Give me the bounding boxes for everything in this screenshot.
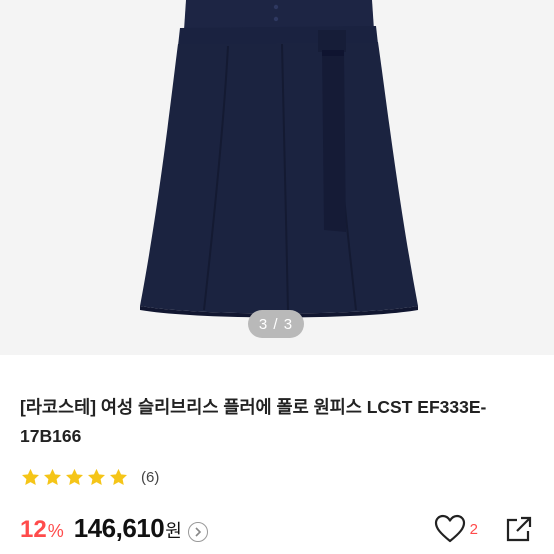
- product-title: [라코스테] 여성 슬리브리스 플러에 폴로 원피스 LCST EF333E-1…: [20, 397, 487, 446]
- chevron-right-icon: [195, 526, 201, 537]
- price-info-button[interactable]: [187, 521, 208, 542]
- discount-number: 12: [20, 516, 47, 543]
- currency-label: 원: [165, 521, 182, 541]
- discount-symbol: %: [47, 521, 64, 541]
- sale-price: 146,610: [73, 513, 165, 543]
- price-row: 12% 146,610 원: [20, 513, 208, 544]
- rating-summary[interactable]: (6): [20, 467, 159, 488]
- star-icon: [88, 468, 105, 486]
- discount-rate: 12%: [20, 516, 64, 544]
- star-icon: [110, 468, 127, 486]
- product-actions: 2: [434, 514, 534, 544]
- image-counter: 3 / 3: [248, 310, 304, 338]
- share-icon[interactable]: [504, 514, 534, 544]
- dress-image: [140, 0, 418, 318]
- product-image-gallery[interactable]: 3 / 3: [0, 0, 554, 355]
- review-count: (6): [141, 469, 160, 486]
- star-icon: [44, 468, 61, 486]
- star-icon: [66, 468, 83, 486]
- star-icon: [22, 468, 39, 486]
- like-count: 2: [469, 520, 478, 538]
- heart-icon[interactable]: [434, 514, 466, 544]
- star-rating: [20, 467, 129, 488]
